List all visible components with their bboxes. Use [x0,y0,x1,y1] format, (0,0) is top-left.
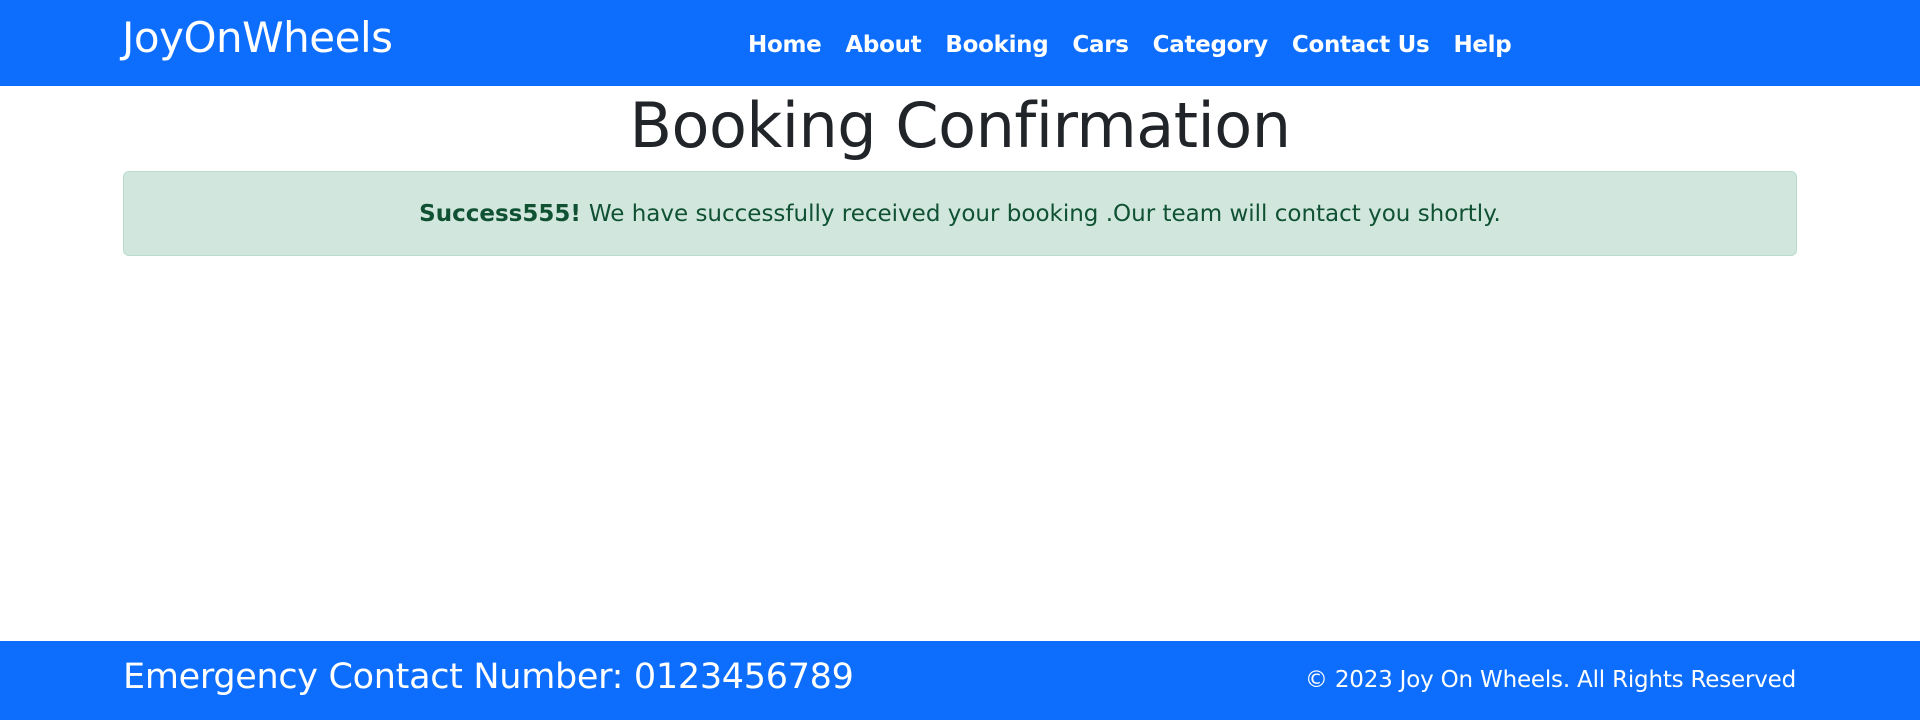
nav-item-category: Category [1141,26,1280,64]
page: JoyOnWheels Home About Booking Cars Cate… [0,0,1920,720]
nav-link-contact-us[interactable]: Contact Us [1280,26,1442,64]
brand-logo-link[interactable]: JoyOnWheels [122,12,393,64]
page-title: Booking Confirmation [629,89,1291,162]
top-navbar: JoyOnWheels Home About Booking Cars Cate… [0,0,1920,86]
alert-strong-text: Success555! [419,200,581,227]
nav-link-cars[interactable]: Cars [1060,26,1140,64]
nav-link-help[interactable]: Help [1441,26,1523,64]
nav-link-category[interactable]: Category [1141,26,1280,64]
nav-item-help: Help [1441,26,1523,64]
nav-links: Home About Booking Cars Category Contact… [736,26,1523,64]
alert-message: We have successfully received your booki… [588,200,1501,227]
nav-item-about: About [833,26,933,64]
nav-item-booking: Booking [933,26,1060,64]
nav-item-contact-us: Contact Us [1280,26,1442,64]
nav-item-cars: Cars [1060,26,1140,64]
copyright-text: © 2023 Joy On Wheels. All Rights Reserve… [1304,667,1796,693]
nav-link-about[interactable]: About [833,26,933,64]
success-alert: Success555! We have successfully receive… [123,171,1797,256]
nav-link-home[interactable]: Home [736,26,833,64]
emergency-contact: Emergency Contact Number: 0123456789 [123,657,854,697]
footer: Emergency Contact Number: 0123456789 © 2… [0,641,1920,720]
nav-item-home: Home [736,26,833,64]
nav-link-booking[interactable]: Booking [933,26,1060,64]
